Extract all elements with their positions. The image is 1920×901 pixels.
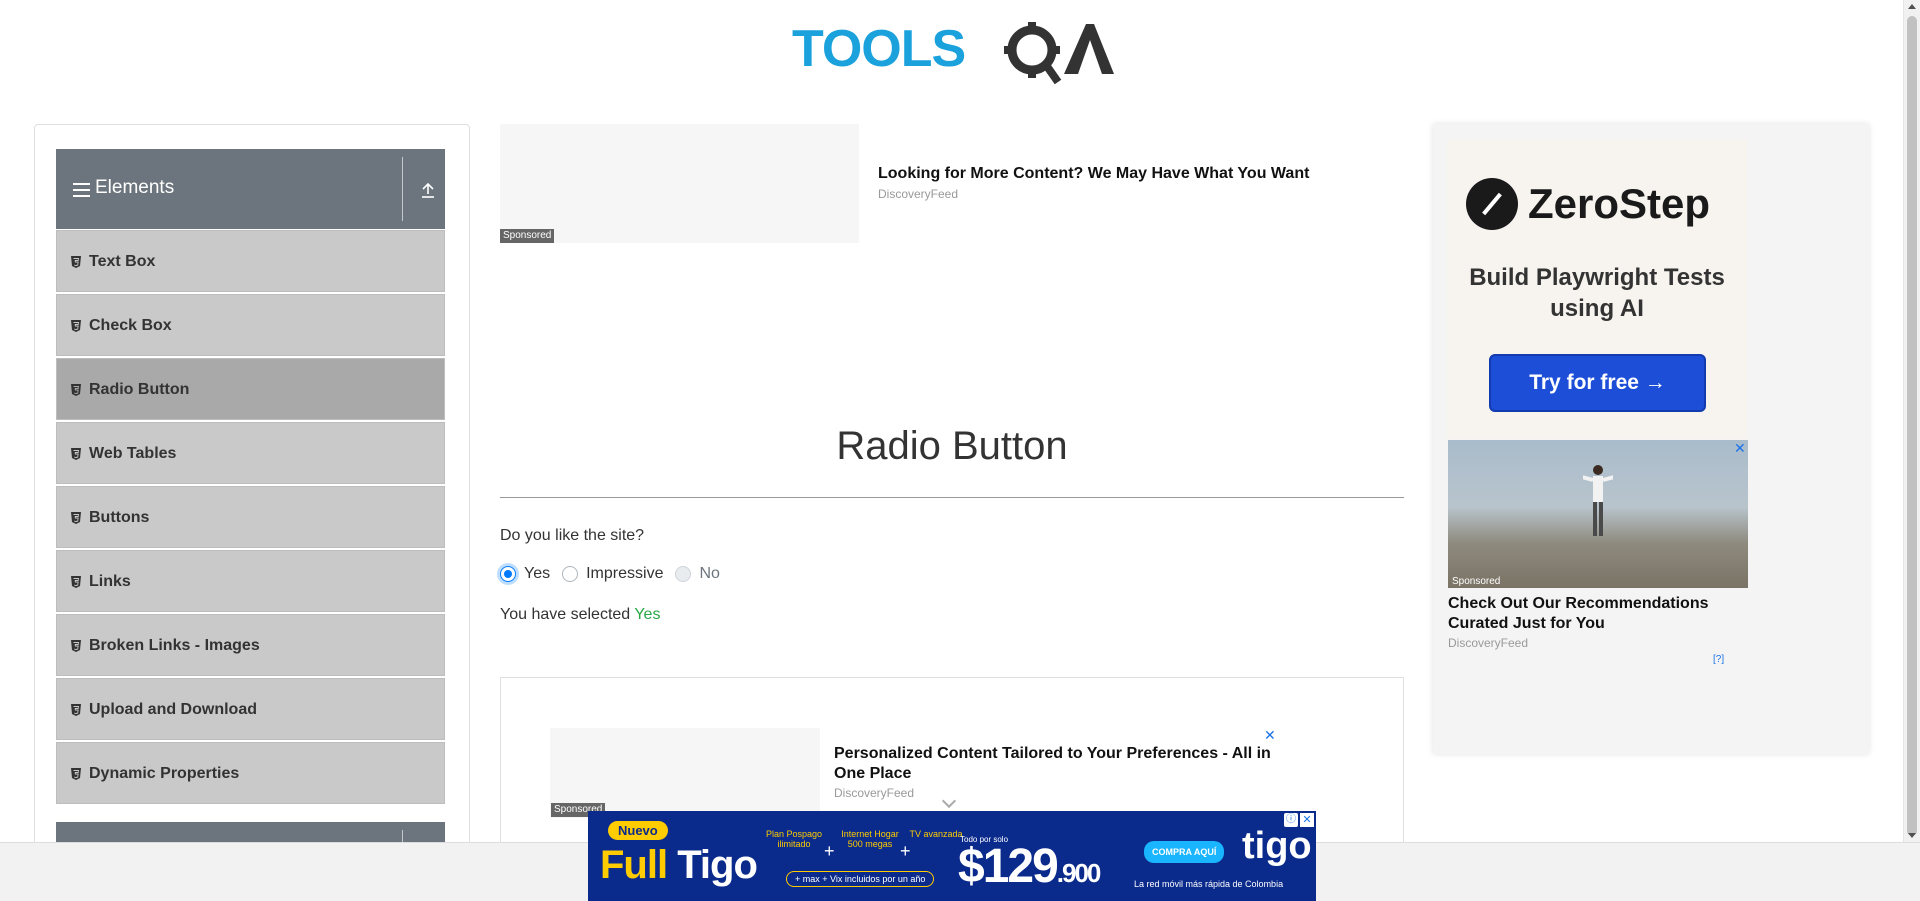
header-divider — [402, 157, 403, 221]
sidebar-item-check-box[interactable]: Check Box — [56, 294, 445, 356]
sidebar-item-label: Radio Button — [89, 381, 190, 398]
html5-icon — [71, 768, 81, 780]
sponsored-tag: Sponsored — [1452, 576, 1501, 587]
sidebar-item-radio-button[interactable]: Radio Button — [56, 358, 445, 420]
radio-label[interactable]: Impressive — [586, 565, 663, 583]
try-for-free-button[interactable]: Try for free → — [1489, 354, 1706, 412]
ad-slogan: La red móvil más rápida de Colombia — [1134, 879, 1284, 889]
ad-price: $129.900 — [958, 840, 1101, 893]
html5-icon — [71, 576, 81, 588]
html5-icon — [71, 640, 81, 652]
close-icon[interactable]: ✕ — [1300, 813, 1314, 827]
sidebar-item-label: Web Tables — [89, 445, 177, 462]
ad-image[interactable] — [1448, 440, 1748, 588]
scroll-down-arrow-icon[interactable] — [1908, 833, 1916, 838]
scroll-thumb[interactable] — [1907, 16, 1917, 836]
html5-icon — [71, 448, 81, 460]
ad-source[interactable]: DiscoveryFeed — [1448, 636, 1528, 650]
tigo-banner-ad[interactable]: Nuevo Full Tigo Plan Pospago ilimitado +… — [588, 811, 1316, 901]
ad-info-link[interactable]: [?] — [1713, 654, 1724, 665]
group-title: Elements — [95, 177, 175, 198]
radio-label[interactable]: Yes — [524, 565, 550, 583]
ad-feature: TV avanzada — [909, 829, 963, 839]
sidebar-item-label: Buttons — [89, 509, 150, 526]
ad-badge: Nuevo — [608, 821, 668, 840]
sidebar-item-broken-links[interactable]: Broken Links - Images — [56, 614, 445, 676]
ad-brand: ZeroStep — [1528, 180, 1711, 227]
sidebar-item-label: Links — [89, 573, 131, 590]
radio-impressive[interactable]: Impressive — [562, 565, 663, 583]
ad-brand: Full Tigo — [600, 843, 758, 887]
svg-text:TOOLS: TOOLS — [792, 20, 965, 78]
radio-impressive-input[interactable] — [562, 566, 579, 582]
ad-cta-button[interactable]: COMPRA AQUÍ — [1144, 841, 1225, 863]
sidebar-item-links[interactable]: Links — [56, 550, 445, 612]
ad-source[interactable]: DiscoveryFeed — [878, 187, 958, 201]
ad-title[interactable]: Personalized Content Tailored to Your Pr… — [834, 744, 1284, 784]
person-illustration — [1583, 465, 1613, 536]
zerostep-logo-icon — [1466, 178, 1518, 230]
tigo-logo: tigo — [1242, 825, 1312, 867]
result-value: Yes — [634, 606, 661, 623]
question-label: Do you like the site? — [500, 527, 645, 544]
sidebar-item-label: Dynamic Properties — [89, 765, 240, 782]
ad-image[interactable] — [500, 124, 859, 243]
page-scrollbar[interactable] — [1903, 0, 1920, 842]
forms-group-header[interactable] — [56, 822, 445, 842]
radio-group: Yes Impressive No — [500, 565, 732, 583]
header: TOOLS — [0, 0, 1900, 100]
ad-title[interactable]: Check Out Our Recommendations Curated Ju… — [1448, 594, 1748, 634]
title-divider — [500, 497, 1404, 498]
radio-no-input — [675, 566, 692, 582]
close-icon[interactable]: ✕ — [1264, 727, 1276, 744]
sidebar-item-upload-download[interactable]: Upload and Download — [56, 678, 445, 740]
radio-yes[interactable]: Yes — [500, 565, 550, 583]
result-prefix: You have selected — [500, 606, 635, 623]
ad-source[interactable]: DiscoveryFeed — [834, 786, 914, 800]
html5-icon — [71, 256, 81, 268]
toolsqa-logo[interactable]: TOOLS — [792, 14, 1114, 94]
plus-icon: + — [824, 841, 835, 861]
ad-tagline: Build Playwright Tests using AI — [1469, 264, 1725, 322]
ad-feature: Plan Pospago ilimitado — [765, 829, 823, 849]
sidebar-item-text-box[interactable]: Text Box — [56, 230, 445, 292]
collapse-icon[interactable] — [420, 180, 436, 200]
scroll-up-arrow-icon[interactable] — [1908, 4, 1916, 9]
sidebar-item-dynamic-properties[interactable]: Dynamic Properties — [56, 742, 445, 804]
sidebar-item-label: Upload and Download — [89, 701, 257, 718]
html5-icon — [71, 512, 81, 524]
radio-label: No — [699, 565, 720, 582]
selection-result: You have selected Yes — [500, 606, 660, 624]
ad-included: + max + Vix incluidos por un año — [786, 871, 935, 887]
plus-icon: + — [900, 841, 911, 861]
html5-icon — [71, 704, 81, 716]
ad-title[interactable]: Looking for More Content? We May Have Wh… — [878, 165, 1309, 183]
html5-icon — [71, 384, 81, 396]
radio-no: No — [675, 565, 720, 583]
sidebar-item-label: Broken Links - Images — [89, 637, 260, 654]
hamburger-icon — [73, 183, 90, 197]
sidebar-item-buttons[interactable]: Buttons — [56, 486, 445, 548]
radio-yes-input[interactable] — [500, 566, 516, 582]
sidebar-item-label: Check Box — [89, 317, 172, 334]
close-icon[interactable]: ✕ — [1734, 440, 1746, 457]
html5-icon — [71, 320, 81, 332]
sidebar-item-label: Text Box — [89, 253, 156, 270]
ad-feature: Internet Hogar 500 megas — [841, 829, 899, 849]
page-title: Radio Button — [836, 424, 1068, 468]
elements-group-header[interactable]: Elements — [56, 149, 445, 229]
header-divider — [402, 830, 403, 842]
elements-menu: Text Box Check Box Radio Button Web Tabl… — [56, 230, 445, 806]
sponsored-tag: Sponsored — [500, 229, 555, 243]
ad-info-icon[interactable]: ⓘ — [1284, 813, 1298, 827]
sidebar-item-web-tables[interactable]: Web Tables — [56, 422, 445, 484]
